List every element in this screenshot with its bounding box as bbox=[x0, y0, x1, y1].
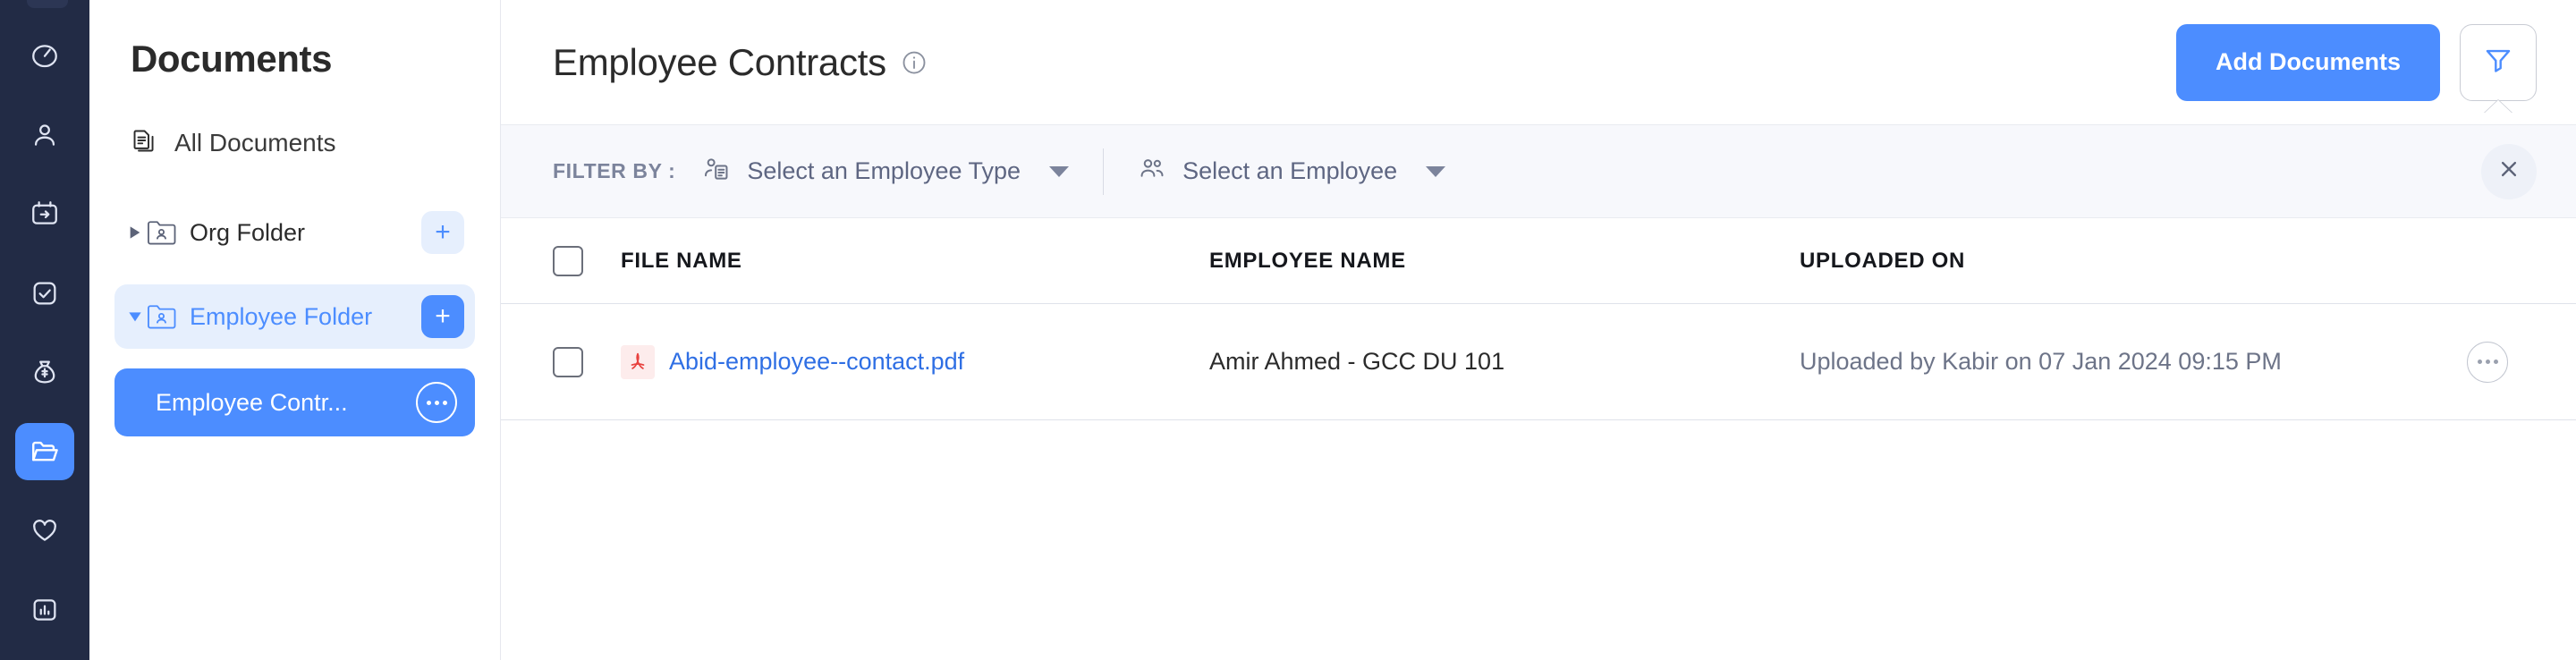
employee-type-value: Select an Employee Type bbox=[747, 157, 1021, 185]
chevron-down-icon bbox=[1049, 166, 1069, 177]
page-title: Documents bbox=[114, 0, 475, 80]
file-name-link[interactable]: Abid-employee--contact.pdf bbox=[669, 348, 964, 376]
table-row[interactable]: Abid-employee--contact.pdf Amir Ahmed - … bbox=[501, 304, 2576, 420]
column-header-uploaded-on: UPLOADED ON bbox=[1800, 249, 1965, 273]
documents-icon bbox=[131, 127, 158, 159]
add-subfolder-button[interactable]: + bbox=[421, 295, 464, 338]
app-root: Documents All Documents bbox=[0, 0, 2576, 660]
timer-icon bbox=[30, 40, 60, 71]
nav-documents[interactable] bbox=[15, 423, 74, 481]
table-header: FILE NAME EMPLOYEE NAME UPLOADED ON bbox=[501, 218, 2576, 304]
nav-employees[interactable] bbox=[15, 106, 74, 165]
employee-type-icon bbox=[702, 155, 731, 188]
folder-user-icon bbox=[147, 303, 177, 330]
calendar-arrow-icon bbox=[30, 199, 60, 229]
column-header-employee-name: EMPLOYEE NAME bbox=[1209, 249, 1406, 273]
tree-item-org-folder[interactable]: Org Folder + bbox=[114, 200, 475, 265]
nav-timer[interactable] bbox=[15, 27, 74, 85]
add-subfolder-button[interactable]: + bbox=[421, 211, 464, 254]
primary-nav-rail bbox=[0, 0, 89, 660]
main-content: Employee Contracts Add Documents FILTER … bbox=[501, 0, 2576, 660]
nav-reports[interactable] bbox=[15, 581, 74, 639]
nav-wellbeing[interactable] bbox=[15, 502, 74, 560]
file-name-cell: Abid-employee--contact.pdf bbox=[621, 345, 1209, 379]
user-icon bbox=[30, 120, 60, 150]
tree-item-label: Employee Folder bbox=[190, 303, 421, 331]
employee-name-cell: Amir Ahmed - GCC DU 101 bbox=[1209, 348, 1504, 375]
uploaded-on-cell: Uploaded by Kabir on 07 Jan 2024 09:15 P… bbox=[1800, 348, 2282, 375]
close-icon bbox=[2496, 156, 2522, 187]
filter-bar: FILTER BY : Select an Employee Type bbox=[501, 125, 2576, 218]
tree-item-employee-folder[interactable]: Employee Folder + bbox=[114, 284, 475, 349]
tree-item-label: Org Folder bbox=[190, 219, 421, 247]
add-documents-button[interactable]: Add Documents bbox=[2176, 24, 2440, 101]
documents-sidebar: Documents All Documents bbox=[89, 0, 501, 660]
employees-icon bbox=[1138, 155, 1166, 188]
rail-top-notch bbox=[27, 0, 68, 8]
info-icon[interactable] bbox=[901, 49, 928, 76]
folder-user-icon bbox=[147, 219, 177, 246]
chevron-right-icon[interactable] bbox=[123, 225, 147, 240]
row-select-checkbox[interactable] bbox=[553, 347, 583, 377]
select-all-checkbox[interactable] bbox=[553, 246, 583, 276]
employee-filter[interactable]: Select an Employee bbox=[1138, 155, 1445, 188]
employee-type-filter[interactable]: Select an Employee Type bbox=[702, 155, 1069, 188]
sidebar-item-all-documents[interactable]: All Documents bbox=[131, 127, 475, 159]
content-title: Employee Contracts bbox=[553, 41, 886, 84]
funnel-icon bbox=[2483, 45, 2513, 80]
chevron-down-icon bbox=[1426, 166, 1445, 177]
column-header-file-name: FILE NAME bbox=[621, 249, 742, 273]
employee-value: Select an Employee bbox=[1182, 157, 1397, 185]
folder-tree: Org Folder + Employee Folder + bbox=[114, 200, 475, 436]
filter-divider bbox=[1103, 148, 1104, 195]
heart-icon bbox=[30, 515, 60, 546]
pdf-icon bbox=[621, 345, 655, 379]
content-header: Employee Contracts Add Documents bbox=[501, 0, 2576, 125]
close-filter-button[interactable] bbox=[2481, 144, 2537, 199]
bar-chart-icon bbox=[30, 595, 60, 625]
tree-item-label: Employee Contr... bbox=[156, 389, 416, 417]
sidebar-item-label: All Documents bbox=[174, 129, 336, 157]
nav-tasks[interactable] bbox=[15, 265, 74, 323]
row-more-options-button[interactable] bbox=[2467, 342, 2508, 383]
money-bag-icon bbox=[30, 357, 60, 387]
nav-payroll[interactable] bbox=[15, 343, 74, 402]
folder-open-icon bbox=[30, 436, 60, 467]
toggle-filter-button[interactable] bbox=[2460, 24, 2537, 101]
tree-item-employee-contracts[interactable]: Employee Contr... bbox=[114, 368, 475, 436]
checkbox-square-icon bbox=[30, 278, 60, 309]
nav-leave[interactable] bbox=[15, 185, 74, 243]
chevron-down-icon[interactable] bbox=[123, 309, 147, 324]
folder-more-options-icon[interactable] bbox=[416, 382, 457, 423]
filter-panel-pointer bbox=[2484, 100, 2512, 114]
filter-by-label: FILTER BY : bbox=[553, 159, 675, 183]
